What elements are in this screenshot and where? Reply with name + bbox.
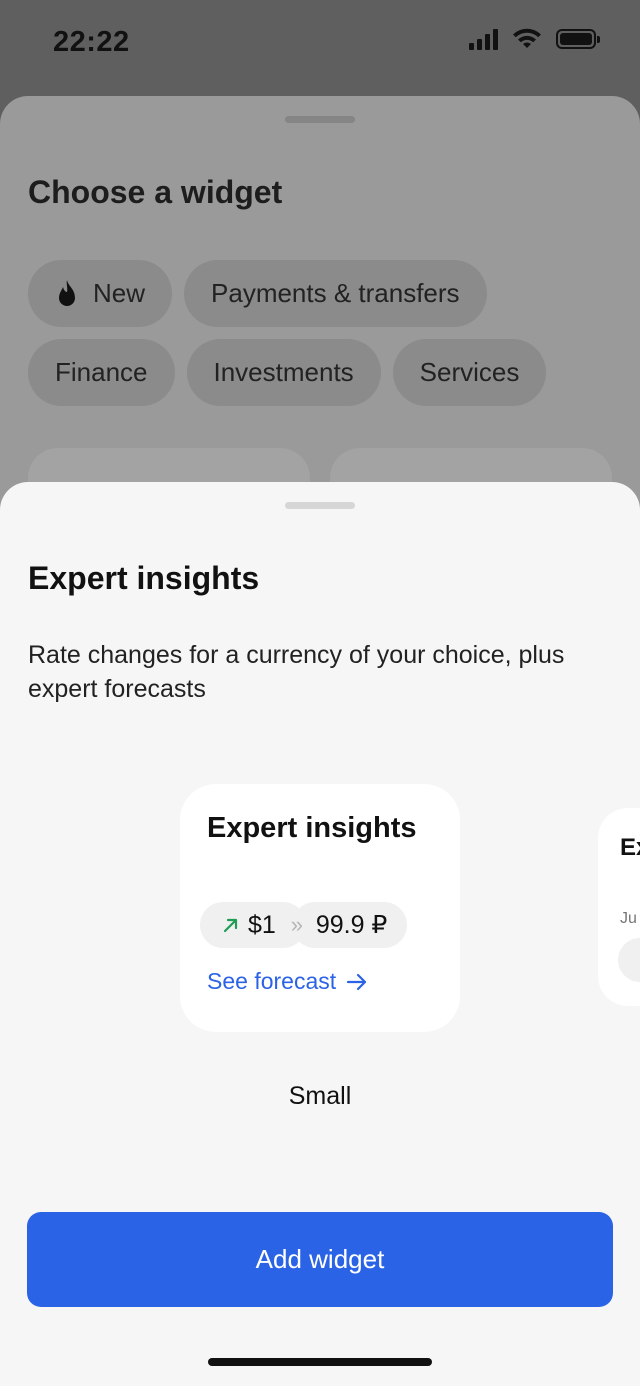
chip-new[interactable]: New bbox=[28, 260, 173, 327]
widget-preview-small[interactable]: Expert insights $1 » 99.9 ₽ See forecast bbox=[180, 784, 460, 1032]
next-preview-title: Ex bbox=[620, 834, 640, 861]
chip-label: Services bbox=[419, 357, 520, 387]
home-indicator bbox=[208, 1358, 432, 1366]
chip-finance[interactable]: Finance bbox=[28, 339, 175, 406]
widget-preview-title: Expert insights bbox=[207, 812, 417, 844]
status-bar: 22:22 bbox=[0, 0, 640, 90]
status-icons bbox=[469, 28, 600, 50]
cellular-signal-icon bbox=[469, 28, 498, 50]
sheet-grabber[interactable] bbox=[285, 116, 355, 123]
chip-investments[interactable]: Investments bbox=[186, 339, 381, 406]
battery-icon bbox=[556, 29, 600, 49]
chip-label: New bbox=[93, 278, 146, 308]
from-amount: $1 bbox=[248, 910, 276, 939]
trend-up-icon bbox=[222, 916, 240, 934]
double-chevron-icon: » bbox=[290, 912, 303, 937]
chip-label: Payments & transfers bbox=[211, 278, 460, 308]
chip-services[interactable]: Services bbox=[392, 339, 547, 406]
category-chips: New Payments & transfers Finance Investm… bbox=[28, 260, 628, 418]
widget-detail-sheet: Expert insights Rate changes for a curre… bbox=[0, 482, 640, 1386]
sheet-grabber[interactable] bbox=[285, 502, 355, 509]
chip-label: Investments bbox=[213, 357, 354, 387]
chip-payments-transfers[interactable]: Payments & transfers bbox=[184, 260, 487, 327]
choose-widget-title: Choose a widget bbox=[28, 174, 283, 210]
next-preview-pill bbox=[618, 938, 640, 982]
see-forecast-label: See forecast bbox=[207, 968, 337, 994]
widget-preview-next[interactable]: Ex Ju bbox=[598, 808, 640, 1006]
widget-size-label: Small bbox=[288, 1082, 352, 1110]
wifi-icon bbox=[513, 28, 541, 48]
rate-row: $1 » 99.9 ₽ bbox=[200, 902, 408, 948]
next-preview-subtitle: Ju bbox=[620, 910, 637, 927]
chip-label: Finance bbox=[55, 357, 148, 387]
sheet-description: Rate changes for a currency of your choi… bbox=[28, 641, 565, 703]
status-time: 22:22 bbox=[53, 26, 130, 58]
arrow-right-icon bbox=[346, 973, 368, 991]
see-forecast-link[interactable]: See forecast bbox=[207, 968, 368, 995]
to-amount: 99.9 ₽ bbox=[315, 911, 388, 939]
add-widget-button[interactable]: Add widget bbox=[27, 1212, 613, 1307]
fire-icon bbox=[55, 279, 79, 309]
sheet-title: Expert insights bbox=[28, 560, 260, 596]
